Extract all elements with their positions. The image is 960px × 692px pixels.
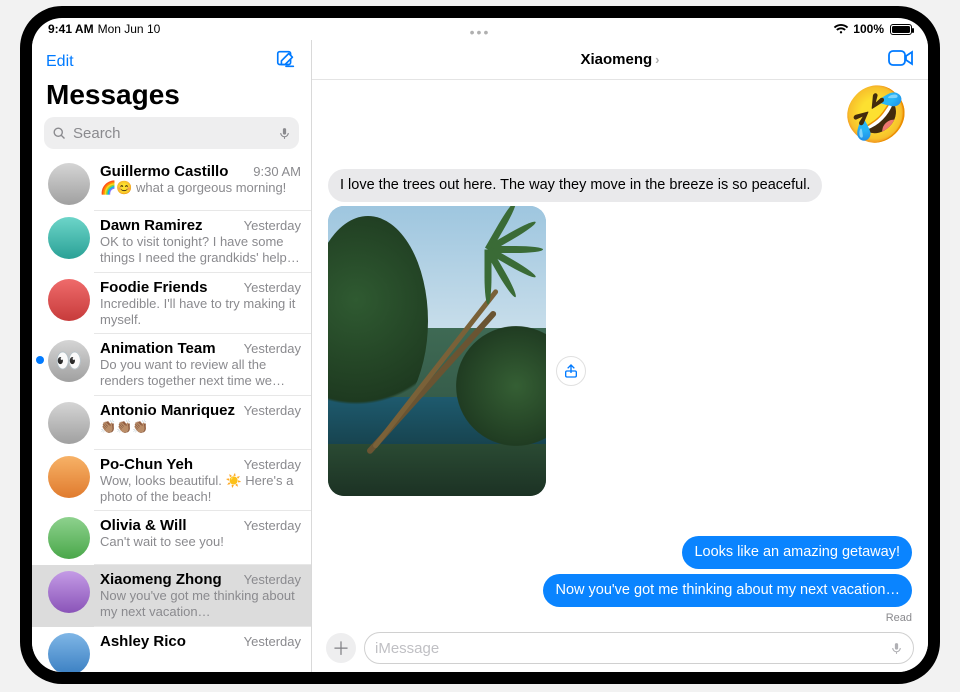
conversation-item[interactable]: Dawn Ramirez YesterdayOK to visit tonight… (32, 211, 311, 273)
conversation-preview: Incredible. I'll have to try making it m… (100, 296, 301, 329)
facetime-button[interactable] (888, 48, 914, 73)
outgoing-message-2[interactable]: Now you've got me thinking about my next… (543, 574, 912, 607)
search-icon (52, 126, 67, 141)
conversation-preview: 👏🏽👏🏽👏🏽 (100, 419, 301, 435)
avatar (48, 402, 90, 444)
conversation-sidebar: Edit Messages Guillermo Castillo 9:30 AM🌈… (32, 40, 312, 672)
conversation-item[interactable]: Po-Chun Yeh YesterdayWow, looks beautiful… (32, 450, 311, 512)
status-time: 9:41 AM (48, 22, 94, 36)
conversation-time: Yesterday (244, 280, 301, 295)
conversation-name: Guillermo Castillo (100, 163, 228, 180)
dictate-icon[interactable] (890, 640, 903, 657)
avatar (48, 517, 90, 559)
avatar: 👀 (48, 340, 90, 382)
conversation-item[interactable]: Xiaomeng Zhong YesterdayNow you've got me… (32, 565, 311, 627)
sidebar-title: Messages (32, 79, 311, 117)
chat-title[interactable]: Xiaomeng › (580, 51, 659, 68)
unread-dot (36, 356, 44, 364)
avatar (48, 571, 90, 613)
conversation-time: Yesterday (244, 218, 301, 233)
avatar (48, 217, 90, 259)
conversation-preview: Now you've got me thinking about my next… (100, 588, 301, 621)
avatar (48, 633, 90, 673)
conversation-time: 9:30 AM (253, 164, 301, 179)
conversation-preview: 🌈😊 what a gorgeous morning! (100, 180, 301, 196)
conversation-item[interactable]: 👀 Animation Team YesterdayDo you want to r… (32, 334, 311, 396)
conversation-name: Po-Chun Yeh (100, 456, 193, 473)
conversation-time: Yesterday (244, 518, 301, 533)
status-date: Mon Jun 10 (98, 22, 161, 36)
incoming-message[interactable]: I love the trees out here. The way they … (328, 169, 822, 202)
wifi-icon (833, 23, 849, 35)
chevron-right-icon: › (655, 52, 659, 67)
avatar (48, 456, 90, 498)
compose-button[interactable] (275, 48, 297, 75)
conversation-name: Antonio Manriquez (100, 402, 235, 419)
share-button[interactable] (556, 356, 586, 386)
conversation-preview: Wow, looks beautiful. ☀️ Here's a photo … (100, 473, 301, 506)
conversation-preview: Do you want to review all the renders to… (100, 357, 301, 390)
avatar (48, 279, 90, 321)
photo-attachment[interactable] (328, 206, 546, 496)
conversation-list: Guillermo Castillo 9:30 AM🌈😊 what a gorge… (32, 157, 311, 672)
avatar (48, 163, 90, 205)
chat-pane: Xiaomeng › 🤣 I love the trees out here. … (312, 40, 928, 672)
reaction-sticker: 🤣 (843, 84, 910, 147)
dictate-icon[interactable] (278, 125, 291, 142)
conversation-name: Ashley Rico (100, 633, 186, 650)
ipad-frame: ••• 9:41 AM Mon Jun 10 100% Edit (20, 6, 940, 684)
conversation-preview: OK to visit tonight? I have some things … (100, 234, 301, 267)
conversation-item[interactable]: Olivia & Will YesterdayCan't wait to see … (32, 511, 311, 565)
conversation-time: Yesterday (244, 341, 301, 356)
conversation-item[interactable]: Antonio Manriquez Yesterday👏🏽👏🏽👏🏽 (32, 396, 311, 450)
apps-button[interactable]: ＋ (326, 633, 356, 663)
outgoing-message-1[interactable]: Looks like an amazing getaway! (682, 536, 912, 569)
conversation-item[interactable]: Foodie Friends YesterdayIncredible. I'll … (32, 273, 311, 335)
search-input[interactable] (67, 125, 278, 142)
conversation-name: Xiaomeng Zhong (100, 571, 222, 588)
photo-attachment-row (328, 206, 912, 496)
edit-button[interactable]: Edit (46, 53, 74, 71)
search-field[interactable] (44, 117, 299, 149)
read-receipt: Read (886, 612, 912, 624)
conversation-name: Animation Team (100, 340, 216, 357)
conversation-item[interactable]: Ashley Rico Yesterday (32, 627, 311, 673)
conversation-time: Yesterday (244, 634, 301, 649)
conversation-name: Dawn Ramirez (100, 217, 203, 234)
conversation-time: Yesterday (244, 572, 301, 587)
battery-percent: 100% (853, 22, 884, 36)
message-input-wrap[interactable] (364, 632, 914, 664)
chat-body: 🤣 I love the trees out here. The way the… (312, 80, 928, 672)
conversation-name: Foodie Friends (100, 279, 208, 296)
multitask-dots[interactable]: ••• (470, 24, 491, 40)
composer: ＋ (312, 632, 928, 664)
conversation-name: Olivia & Will (100, 517, 187, 534)
battery-icon (888, 24, 912, 35)
conversation-time: Yesterday (244, 403, 301, 418)
chat-title-text: Xiaomeng (580, 51, 652, 68)
chat-header: Xiaomeng › (312, 40, 928, 80)
message-input[interactable] (375, 640, 890, 657)
conversation-item[interactable]: Guillermo Castillo 9:30 AM🌈😊 what a gorge… (32, 157, 311, 211)
conversation-time: Yesterday (244, 457, 301, 472)
conversation-preview: Can't wait to see you! (100, 534, 301, 550)
screen: ••• 9:41 AM Mon Jun 10 100% Edit (32, 18, 928, 672)
